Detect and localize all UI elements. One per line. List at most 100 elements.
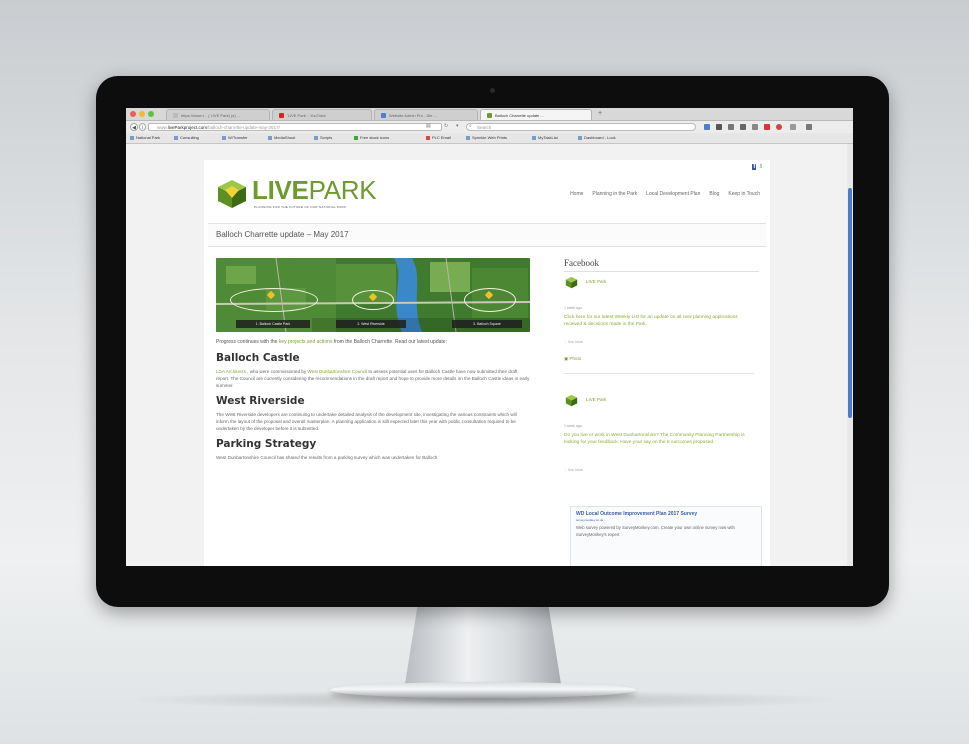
nav-home[interactable]: Home bbox=[570, 191, 583, 197]
west-dunbartonshire-link[interactable]: West Dunbartonshire Council bbox=[307, 369, 367, 374]
download-icon[interactable] bbox=[704, 124, 710, 130]
tab-3[interactable]: Website Admin Pro - Die ... bbox=[374, 109, 478, 120]
bookmark-item[interactable]: Sprinkle Web Prints bbox=[466, 133, 507, 143]
bookmark-icon bbox=[426, 135, 430, 140]
social-links: f t bbox=[750, 164, 762, 170]
info-icon[interactable]: i bbox=[139, 123, 146, 131]
web-page: f t LIVEPARK PLANNING FOR THE FUTURE OF … bbox=[204, 160, 770, 566]
bookmark-item[interactable]: National Park bbox=[130, 133, 160, 143]
scrollbar-thumb[interactable] bbox=[848, 188, 852, 418]
facebook-icon[interactable]: f bbox=[752, 164, 757, 170]
bookmark-label: Dashboard - Lock bbox=[584, 135, 616, 140]
sync-icon[interactable] bbox=[790, 124, 796, 130]
photo-label: Photo bbox=[569, 356, 582, 361]
section-heading: Balloch Castle bbox=[216, 352, 300, 364]
aerial-map-image: 1. Balloch Castle Park 2. West Riverside… bbox=[216, 258, 530, 332]
menu-icon[interactable] bbox=[806, 124, 812, 130]
bookmark-star-icon[interactable] bbox=[716, 124, 722, 130]
dropdown-icon[interactable]: ▾ bbox=[456, 123, 459, 129]
bookmark-icon bbox=[578, 135, 582, 140]
nav-keep-in-touch[interactable]: Keep in Touch bbox=[728, 191, 760, 197]
zoom-window-icon[interactable] bbox=[148, 111, 154, 117]
post-author[interactable]: LIVE Park bbox=[586, 397, 606, 402]
nav-planning[interactable]: Planning in the Park bbox=[592, 191, 637, 197]
tab-label: Website Admin Pro - Die ... bbox=[389, 113, 437, 118]
map-label: 2. West Riverside bbox=[336, 320, 406, 328]
article: 1. Balloch Castle Park 2. West Riverside… bbox=[216, 258, 530, 461]
pocket-icon[interactable] bbox=[752, 124, 758, 130]
card-source: surveymonkey.co.uk bbox=[576, 518, 604, 522]
bookmark-item[interactable]: Consulting bbox=[174, 133, 199, 143]
section-heading: West Riverside bbox=[216, 395, 305, 407]
brand-name: LIVEPARK bbox=[252, 176, 377, 204]
bookmark-icon bbox=[130, 135, 134, 140]
tab-1[interactable]: https://www.t... ( LIVE Park) (s) ... bbox=[166, 109, 270, 120]
livepark-avatar-icon bbox=[565, 276, 578, 289]
monitor-bezel: https://www.t... ( LIVE Park) (s) ... 'L… bbox=[96, 76, 889, 607]
reader-view-icon[interactable]: ▤ bbox=[426, 123, 431, 129]
adblock-icon[interactable] bbox=[776, 124, 782, 130]
post-author[interactable]: LIVE Park bbox=[586, 279, 606, 284]
page-scrollbar[interactable] bbox=[847, 144, 853, 566]
see-more-link[interactable]: ... See More bbox=[564, 340, 583, 344]
post-text[interactable]: Do you live or work in West Dunbartonshi… bbox=[564, 432, 754, 446]
extension-icon[interactable] bbox=[764, 124, 770, 130]
lda-architects-link[interactable]: LDA Architects bbox=[216, 369, 246, 374]
reload-icon[interactable]: ↻ bbox=[444, 123, 448, 129]
back-button[interactable]: ◀ bbox=[130, 123, 138, 131]
tab-active[interactable]: Balloch Charrette update ... bbox=[480, 109, 592, 120]
bookmark-icon bbox=[268, 135, 272, 140]
intro-text: Progress continues with the bbox=[216, 339, 279, 345]
tab-label: https://www.t... ( LIVE Park) (s) ... bbox=[181, 113, 241, 118]
bookmark-item[interactable]: PLC Email bbox=[426, 133, 451, 143]
bookmark-item[interactable]: W/Transfer bbox=[222, 133, 248, 143]
monitor-stand-base bbox=[330, 682, 636, 698]
card-title[interactable]: WD Local Outcome Improvement Plan 2017 S… bbox=[576, 511, 697, 517]
bookmark-icon bbox=[354, 135, 358, 140]
bookmark-label: Sprinkle Web Prints bbox=[472, 135, 508, 140]
section-paragraph: LDA Architects , who were commissioned b… bbox=[216, 368, 530, 389]
bookmark-icon bbox=[222, 135, 226, 140]
bookmark-icon bbox=[314, 135, 318, 140]
new-tab-button[interactable]: + bbox=[598, 110, 602, 118]
twitter-icon[interactable]: t bbox=[760, 164, 762, 170]
bookmark-label: MyTaskList bbox=[538, 135, 558, 140]
url-domain: liveParkproject.com bbox=[167, 125, 208, 130]
bookmark-item[interactable]: Dashboard - Lock bbox=[578, 133, 616, 143]
bookmark-label: Free stock icons bbox=[360, 135, 390, 140]
tab-label: Balloch Charrette update ... bbox=[495, 113, 544, 118]
tab-2[interactable]: 'LIVE Park' - YouTube bbox=[272, 109, 372, 120]
library-icon[interactable] bbox=[740, 124, 746, 130]
post-text[interactable]: Click here for our latest Weekly List fo… bbox=[564, 314, 754, 328]
bookmark-item[interactable]: Free stock icons bbox=[354, 133, 389, 143]
bookmark-label: National Park bbox=[136, 135, 161, 140]
search-icon: ⌕ bbox=[469, 123, 472, 129]
tab-label: 'LIVE Park' - YouTube bbox=[287, 113, 326, 118]
address-bar[interactable]: www.liveParkproject.com/balloch-charrett… bbox=[148, 123, 442, 131]
search-input[interactable]: Search bbox=[466, 123, 696, 131]
key-projects-link[interactable]: key projects and actions bbox=[279, 339, 333, 345]
close-window-icon[interactable] bbox=[130, 111, 136, 117]
section-paragraph: West Dunbartonshire Council has shared t… bbox=[216, 455, 438, 460]
bookmark-item[interactable]: Scripts bbox=[314, 133, 332, 143]
search-placeholder: Search bbox=[477, 125, 492, 130]
bookmark-icon bbox=[466, 135, 470, 140]
nav-local-development-plan[interactable]: Local Development Plan bbox=[646, 191, 700, 197]
window-controls bbox=[130, 111, 154, 117]
tab-favicon-icon bbox=[173, 113, 178, 118]
bookmark-item[interactable]: MediaShout bbox=[268, 133, 295, 143]
minimize-window-icon[interactable] bbox=[139, 111, 145, 117]
nav-blog[interactable]: Blog bbox=[709, 191, 719, 197]
see-more-link[interactable]: ... See More bbox=[564, 468, 583, 472]
facebook-post: LIVE Park 1 week ago Do you live or work… bbox=[564, 390, 759, 508]
link-preview-card[interactable]: WD Local Outcome Improvement Plan 2017 S… bbox=[570, 506, 762, 566]
brand-tagline: PLANNING FOR THE FUTURE OF OUR NATIONAL … bbox=[254, 205, 347, 209]
post-time: 1 week ago bbox=[564, 306, 582, 310]
bookmark-label: MediaShout bbox=[274, 135, 296, 140]
post-photo-link[interactable]: ▣ Photo bbox=[564, 356, 581, 362]
bookmark-label: PLC Email bbox=[432, 135, 451, 140]
home-icon[interactable] bbox=[728, 124, 734, 130]
site-logo[interactable]: LIVEPARK PLANNING FOR THE FUTURE OF OUR … bbox=[216, 174, 406, 216]
bookmark-item[interactable]: MyTaskList bbox=[532, 133, 558, 143]
section-heading: Parking Strategy bbox=[216, 438, 317, 450]
